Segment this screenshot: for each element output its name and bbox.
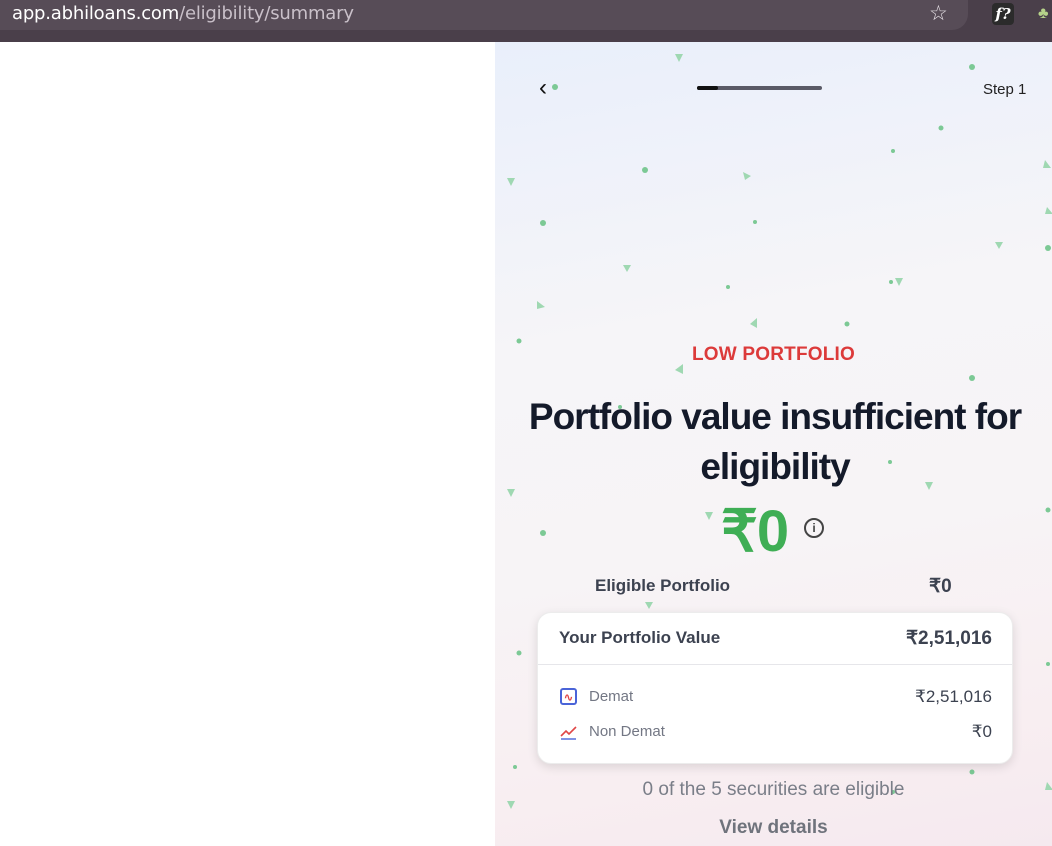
securities-eligible-text: 0 of the 5 securities are eligible: [642, 779, 905, 800]
address-bar[interactable]: app.abhiloans.com/eligibility/summary ☆: [0, 0, 968, 30]
eligible-portfolio-label: Eligible Portfolio: [595, 576, 731, 595]
step-label: Step 1: [983, 81, 1027, 98]
status-tag: LOW PORTFOLIO: [691, 344, 856, 365]
progress-fill: [697, 86, 719, 90]
extension-puzzle-icon[interactable]: ♣: [1038, 5, 1052, 23]
trend-line-icon: [560, 723, 577, 740]
url-host: app.abhiloans.com: [12, 3, 180, 24]
page-title: Portfolio value insufficient for eligibi…: [528, 396, 1022, 487]
url-text[interactable]: app.abhiloans.com/eligibility/summary: [12, 3, 354, 24]
step-progress-bar: [697, 86, 822, 90]
mobile-app-panel: ‹ Step 1 LOW PORTFOLIO Portfolio value i…: [495, 42, 1052, 846]
eligible-portfolio-value: ₹0: [929, 576, 952, 597]
portfolio-total-value: ₹2,51,016: [905, 628, 992, 649]
star-icon[interactable]: ☆: [929, 1, 948, 26]
eligible-amount: ₹0: [721, 499, 789, 564]
chevron-left-icon: ‹: [539, 74, 547, 101]
portfolio-card: Your Portfolio Value ₹2,51,016 ∿ Demat ₹…: [537, 612, 1013, 764]
url-path: /eligibility/summary: [179, 3, 354, 24]
demat-label: Demat: [589, 688, 634, 705]
non-demat-value: ₹0: [971, 722, 992, 741]
back-button[interactable]: ‹: [531, 76, 555, 100]
blank-area: [0, 42, 495, 846]
view-details-link[interactable]: View details: [495, 817, 1052, 839]
extension-icon[interactable]: f?: [992, 3, 1014, 25]
non-demat-label: Non Demat: [589, 723, 665, 740]
portfolio-card-title: Your Portfolio Value: [559, 628, 721, 647]
demat-value: ₹2,51,016: [915, 687, 992, 706]
info-icon[interactable]: i: [804, 518, 824, 538]
demat-chart-icon: ∿: [560, 688, 577, 705]
portfolio-card-header: Your Portfolio Value ₹2,51,016: [538, 613, 1012, 665]
browser-toolbar: app.abhiloans.com/eligibility/summary ☆ …: [0, 0, 1052, 42]
